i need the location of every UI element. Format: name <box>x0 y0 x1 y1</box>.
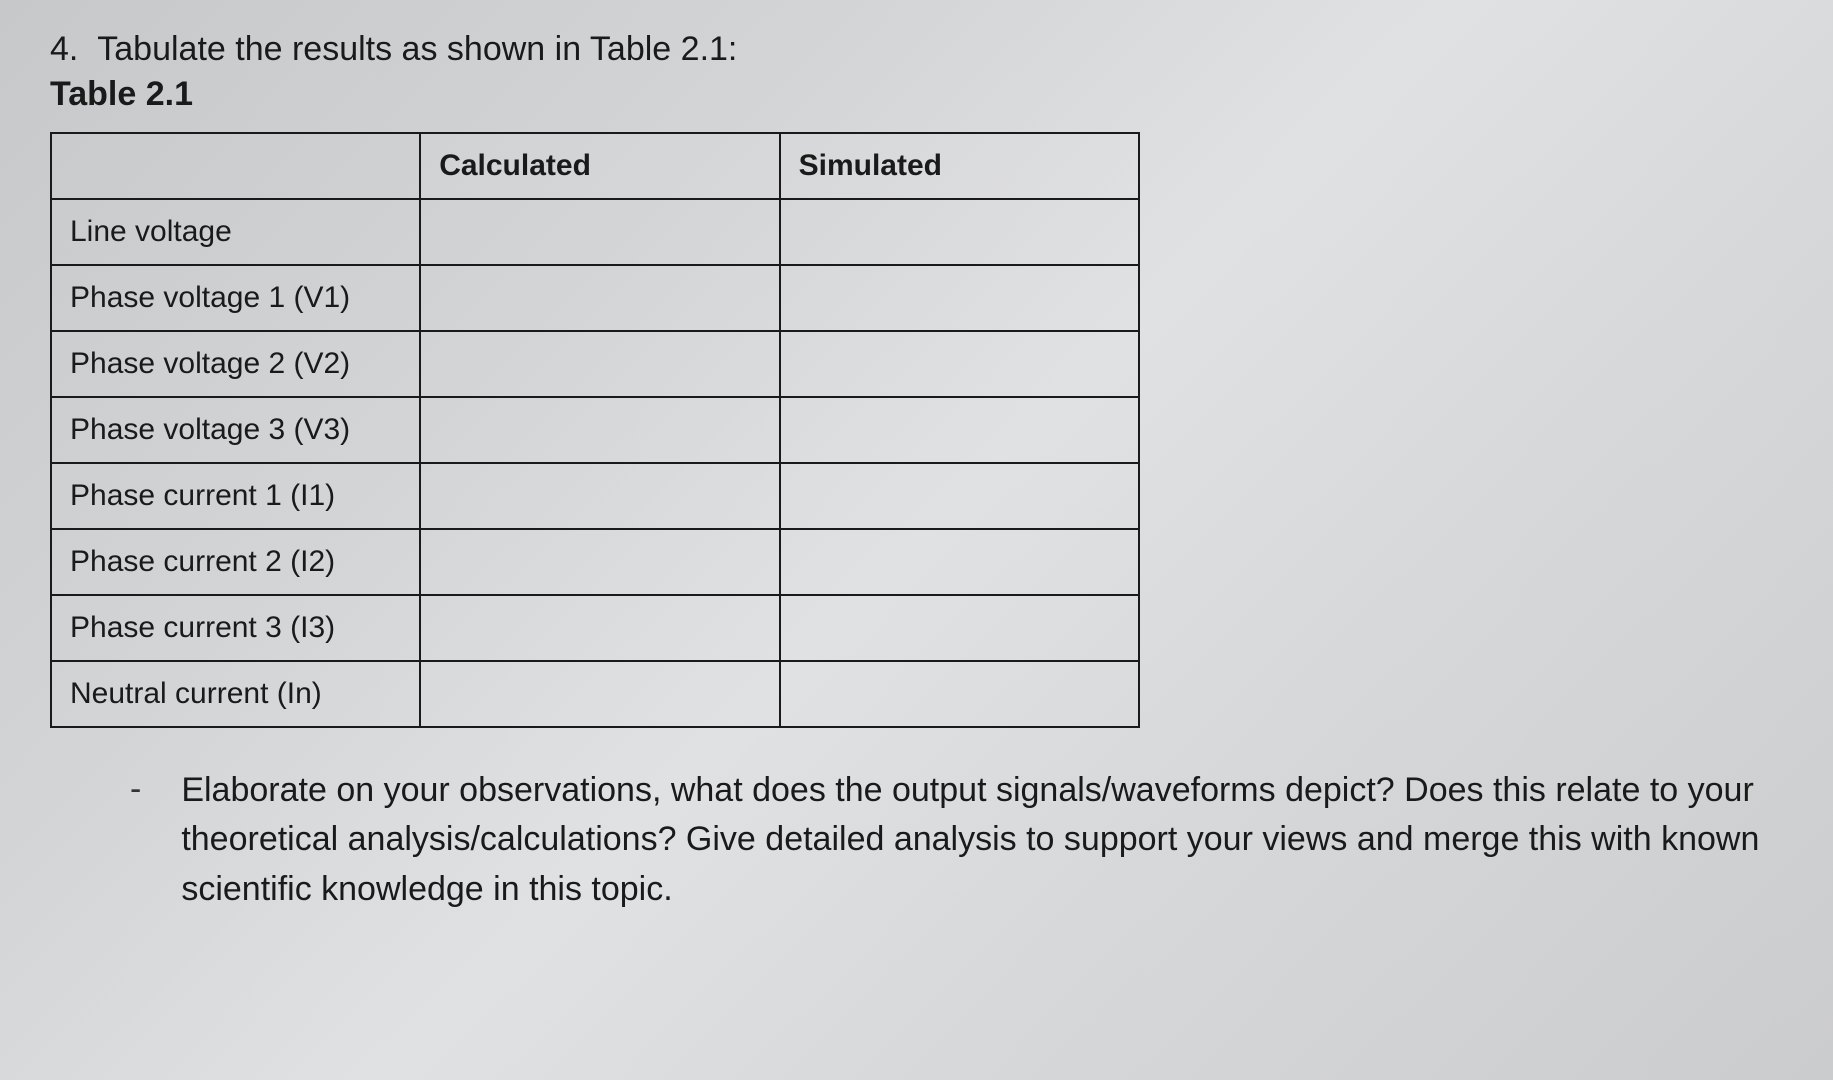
table-header-param <box>51 133 420 199</box>
question-instruction: Tabulate the results as shown in Table 2… <box>97 30 737 68</box>
table-row: Phase current 1 (I1) <box>51 463 1139 529</box>
row-calculated <box>420 463 779 529</box>
row-label: Phase voltage 2 (V2) <box>51 331 420 397</box>
observation-text: Elaborate on your observations, what doe… <box>181 766 1783 914</box>
bullet-dash-icon: - <box>130 770 141 809</box>
row-calculated <box>420 529 779 595</box>
row-label: Phase voltage 3 (V3) <box>51 397 420 463</box>
row-calculated <box>420 265 779 331</box>
row-calculated <box>420 331 779 397</box>
table-row: Phase voltage 2 (V2) <box>51 331 1139 397</box>
row-label: Line voltage <box>51 199 420 265</box>
row-label: Phase current 3 (I3) <box>51 595 420 661</box>
results-table: Calculated Simulated Line voltage Phase … <box>50 132 1140 728</box>
table-header-row: Calculated Simulated <box>51 133 1139 199</box>
table-row: Phase current 3 (I3) <box>51 595 1139 661</box>
row-calculated <box>420 199 779 265</box>
row-calculated <box>420 661 779 727</box>
question-heading: 4. Tabulate the results as shown in Tabl… <box>50 30 1783 69</box>
row-simulated <box>780 529 1139 595</box>
table-row: Line voltage <box>51 199 1139 265</box>
row-label: Phase current 1 (I1) <box>51 463 420 529</box>
observation-prompt: - Elaborate on your observations, what d… <box>50 766 1783 914</box>
row-calculated <box>420 595 779 661</box>
question-number: 4. <box>50 30 78 68</box>
table-header-calculated: Calculated <box>420 133 779 199</box>
row-calculated <box>420 397 779 463</box>
table-caption: Table 2.1 <box>50 75 1783 114</box>
row-simulated <box>780 331 1139 397</box>
row-label: Phase voltage 1 (V1) <box>51 265 420 331</box>
row-simulated <box>780 265 1139 331</box>
row-simulated <box>780 595 1139 661</box>
row-simulated <box>780 463 1139 529</box>
row-simulated <box>780 661 1139 727</box>
table-header-simulated: Simulated <box>780 133 1139 199</box>
table-row: Phase current 2 (I2) <box>51 529 1139 595</box>
row-simulated <box>780 397 1139 463</box>
table-row: Phase voltage 1 (V1) <box>51 265 1139 331</box>
row-label: Phase current 2 (I2) <box>51 529 420 595</box>
table-row: Neutral current (In) <box>51 661 1139 727</box>
row-label: Neutral current (In) <box>51 661 420 727</box>
row-simulated <box>780 199 1139 265</box>
table-row: Phase voltage 3 (V3) <box>51 397 1139 463</box>
